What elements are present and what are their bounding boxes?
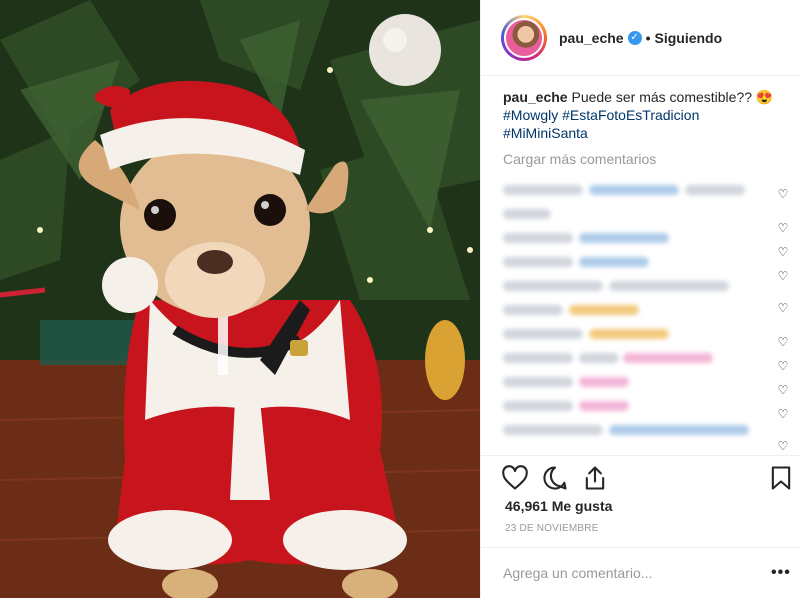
post-action-bar	[481, 455, 800, 499]
verified-badge-icon: ✓	[627, 30, 642, 45]
add-comment-bar: •••	[481, 547, 800, 598]
comment-heart-icon[interactable]: ♡	[777, 246, 789, 258]
caption-emoji: 😍	[755, 89, 774, 105]
comment-row	[503, 274, 773, 298]
comment-row	[503, 370, 773, 394]
caption-text: Puede ser más comestible??	[567, 89, 756, 105]
header-username[interactable]: pau_eche	[559, 30, 624, 46]
comment-heart-icon[interactable]: ♡	[777, 408, 789, 420]
caption-username[interactable]: pau_eche	[503, 89, 568, 105]
comment-heart-icon[interactable]: ♡	[777, 188, 789, 200]
comment-heart-icon[interactable]: ♡	[777, 384, 789, 396]
following-button[interactable]: Siguiendo	[655, 30, 723, 46]
load-more-comments-button[interactable]: Cargar más comentarios	[503, 151, 781, 167]
likes-label: Me gusta	[547, 498, 613, 514]
comment-row	[503, 250, 773, 274]
comment-row	[503, 202, 773, 226]
heart-icon[interactable]	[501, 464, 529, 492]
post-photo[interactable]	[0, 0, 480, 598]
comment-heart-icon[interactable]: ♡	[777, 360, 789, 372]
post-date[interactable]: 23 DE NOVIEMBRE	[505, 523, 599, 534]
comment-heart-icon[interactable]: ♡	[777, 302, 789, 314]
comment-row	[503, 322, 773, 346]
instagram-post: pau_eche ✓ • Siguiendo pau_eche Puede se…	[0, 0, 800, 598]
comment-heart-icon[interactable]: ♡	[777, 270, 789, 282]
post-header: pau_eche ✓ • Siguiendo	[481, 0, 800, 76]
comment-icon[interactable]	[541, 464, 569, 492]
share-icon[interactable]	[581, 464, 609, 492]
post-caption: pau_eche Puede ser más comestible?? 😍 #M…	[503, 88, 781, 142]
comment-row	[503, 298, 773, 322]
avatar[interactable]	[501, 14, 547, 61]
chihuahua-santa-image	[0, 0, 480, 598]
more-options-icon[interactable]: •••	[771, 564, 791, 582]
header-separator: •	[645, 29, 651, 46]
comment-row	[503, 394, 773, 418]
comment-heart-icon[interactable]: ♡	[777, 440, 789, 452]
bookmark-icon[interactable]	[767, 464, 795, 492]
hashtag-link[interactable]: #MiMiniSanta	[503, 125, 588, 141]
comment-row	[503, 178, 773, 202]
comment-input[interactable]	[503, 562, 743, 584]
comment-heart-icon[interactable]: ♡	[777, 336, 789, 348]
likes-count[interactable]: 46,961 Me gusta	[505, 498, 612, 514]
comment-row	[503, 418, 773, 442]
comments-section: pau_eche Puede ser más comestible?? 😍 #M…	[503, 88, 781, 167]
comment-heart-icon[interactable]: ♡	[777, 222, 789, 234]
blurred-comment-list	[503, 178, 773, 442]
comment-row	[503, 346, 773, 370]
comment-row	[503, 226, 773, 250]
likes-number: 46,961	[505, 498, 548, 514]
post-side-panel: pau_eche ✓ • Siguiendo pau_eche Puede se…	[480, 0, 800, 598]
hashtag-link[interactable]: #EstaFotoEsTradicion	[562, 107, 699, 123]
hashtag-link[interactable]: #Mowgly	[503, 107, 558, 123]
